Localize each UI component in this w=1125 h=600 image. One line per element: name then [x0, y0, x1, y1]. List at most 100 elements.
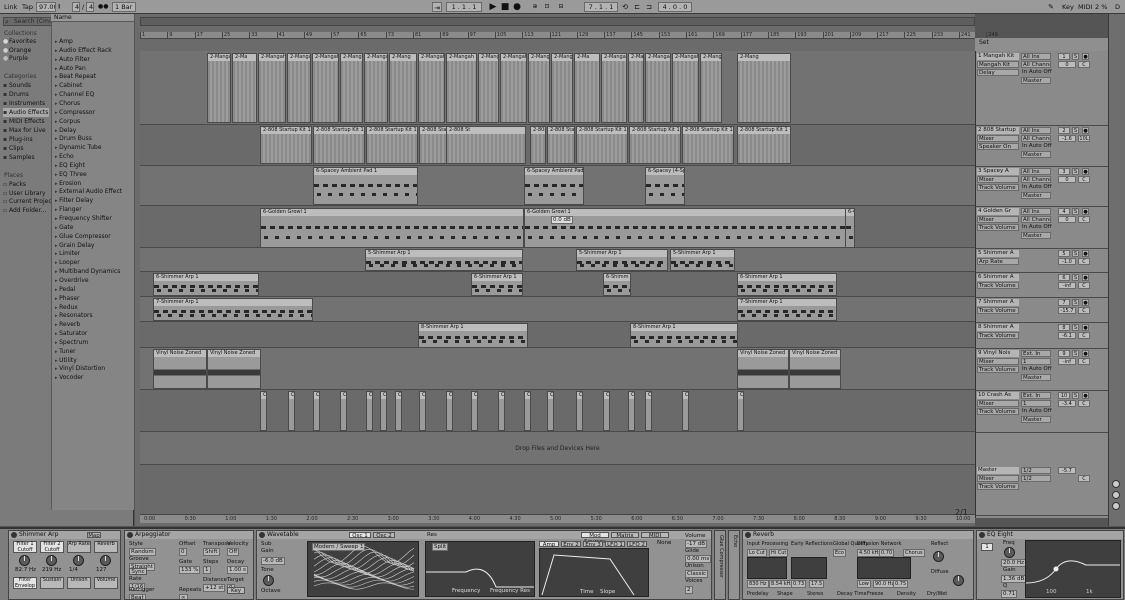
arrangement-clip[interactable]: 2-Mangah Kit [700, 53, 722, 123]
macro-knob[interactable] [73, 555, 84, 566]
macro-label[interactable]: Filter 1 Cutoff [13, 541, 37, 553]
quantization-dropdown[interactable]: 1 Bar [112, 2, 136, 12]
volume-value[interactable]: -17 dB [685, 540, 707, 548]
input-filter-display[interactable] [747, 557, 787, 579]
category-item[interactable]: ▪ Max for Live [3, 126, 49, 135]
input-channel-dropdown[interactable]: All Channe [1021, 176, 1051, 183]
crash-clip[interactable]: Cr [645, 391, 652, 431]
arrangement-clip[interactable]: Vinyl Noise Zoned [789, 349, 841, 389]
browser-device-item[interactable]: Filter Delay [55, 196, 93, 205]
browser-device-item[interactable]: Limiter [55, 249, 80, 258]
track-header[interactable]: 3 Spacey A Mixer Track Volume All Ins All Ch… [976, 167, 1108, 207]
punch-out-icon[interactable]: ⊐ [644, 2, 654, 12]
arrangement-clip[interactable]: 2-808 Startup Kit 1 [576, 126, 628, 164]
browser-device-item[interactable]: Saturator [55, 329, 87, 338]
browser-device-item[interactable]: Flanger [55, 205, 82, 214]
arrangement-clip[interactable]: 2-Mangah Kit 1 [672, 53, 699, 123]
power-icon[interactable] [11, 532, 17, 538]
arrangement-clip[interactable]: 2-Mangah Kit [628, 53, 644, 123]
reflect-knob[interactable] [933, 551, 944, 562]
browser-device-item[interactable]: Amp [55, 37, 73, 46]
arp-param-value[interactable]: Beat [129, 594, 146, 599]
track-header[interactable]: 7 Shimmer A Track Volume 7 S ● -15.7 C [976, 298, 1108, 323]
track-activator[interactable]: 10 [1058, 392, 1070, 399]
parameter-chooser[interactable]: Track Volume [977, 408, 1019, 415]
arp-param-value[interactable]: Random [129, 548, 156, 556]
track-activator[interactable]: 4 [1058, 208, 1070, 215]
volume-value[interactable]: 0 [1058, 61, 1076, 68]
crash-clip[interactable]: Cr [603, 391, 610, 431]
arm-icon[interactable]: ● [1082, 208, 1089, 215]
wavetable-display[interactable]: Modern / Sweep 1 [307, 541, 419, 597]
solo-button[interactable]: S [1072, 250, 1079, 257]
power-icon[interactable] [127, 532, 133, 538]
browser-device-item[interactable]: Echo [55, 152, 74, 161]
arrangement-clip[interactable]: 2-808 Startup Kit 1 [682, 126, 734, 164]
input-type-dropdown[interactable]: All Ins [1021, 168, 1051, 175]
arm-icon[interactable]: ● [1082, 53, 1089, 60]
device-chooser[interactable]: Mixer [977, 135, 1019, 142]
crash-clip[interactable]: Cr [288, 391, 295, 431]
automation-arm-icon[interactable]: ⊡ [542, 2, 552, 12]
arrangement-clip[interactable]: 2-Ma [232, 53, 257, 123]
parameter-chooser[interactable]: Track Volume [977, 224, 1019, 231]
reverb-param-value[interactable]: 830 Hz [747, 580, 769, 588]
volume-value[interactable]: -1.6 [1058, 135, 1076, 142]
arrangement-clip[interactable]: 8-Shimmer Arp 1 [630, 323, 738, 348]
track-lane[interactable] [140, 322, 975, 348]
device-chooser[interactable]: Mixer [977, 358, 1019, 365]
pan-value[interactable]: C [1078, 332, 1090, 339]
map-button[interactable]: Map [87, 532, 101, 539]
track-header[interactable]: 1 Mangah Kit Mangah Kit Delay All Ins All Ch… [976, 52, 1108, 126]
track-header[interactable]: 8 Shimmer A Track Volume 8 S ● -6.1 C [976, 323, 1108, 349]
macro-label[interactable]: Unison [67, 577, 91, 589]
arrangement-clip[interactable]: 6-Shimmer Arp 1 [153, 273, 259, 296]
solo-button[interactable]: S [1072, 299, 1079, 306]
macro-label[interactable]: Sustain [40, 577, 64, 589]
browser-device-item[interactable]: Corpus [55, 117, 80, 126]
arrangement-clip[interactable]: 2-Mangah [551, 53, 573, 123]
solo-button[interactable]: S [1072, 350, 1079, 357]
track-header[interactable]: 2 808 Startup Mixer Speaker On All Ins All C… [976, 126, 1108, 167]
crash-clip[interactable]: Cr [446, 391, 453, 431]
arrangement-clip[interactable]: 2-Mangah Kit 1 [645, 53, 671, 123]
gain-value[interactable]: -6.0 dB [261, 557, 285, 565]
echo-device[interactable]: Echo [728, 530, 740, 600]
arp-param-value[interactable]: +12 st [203, 584, 226, 592]
eq-gain-value[interactable]: 1.36 dB [1001, 575, 1027, 583]
track-lane[interactable] [140, 465, 975, 515]
nudge-icon[interactable]: ⫼ [58, 2, 60, 12]
arp-param-value[interactable]: 1 [203, 566, 211, 574]
tab-osc-2[interactable]: Osc 2 [373, 532, 395, 539]
envelope-tab[interactable]: Env 2 [561, 541, 581, 548]
envelope-tab[interactable]: Amp [539, 541, 559, 548]
punch-in-icon[interactable]: ⊏ [632, 2, 642, 12]
track-name[interactable]: 2 808 Startup [977, 127, 1019, 134]
arrangement-clip[interactable]: Vinyl Noise Zoned [153, 349, 207, 389]
track-header[interactable]: 5 Shimmer A Arp Rate 5 S ● -1.0 C [976, 249, 1108, 273]
diffusion-display[interactable] [857, 557, 911, 579]
input-channel-dropdown[interactable]: All Channe [1021, 216, 1051, 223]
arrangement-clip[interactable]: 2-Mangah [601, 53, 627, 123]
track-activator[interactable]: 9 [1058, 350, 1070, 357]
arrangement-clip[interactable]: 2-Mangah Kit 1 [312, 53, 339, 123]
arrangement-clip[interactable]: 6-Spacey Ambient Pad 1 [313, 167, 418, 205]
browser-device-item[interactable]: Vinyl Distortion [55, 364, 105, 373]
arm-icon[interactable]: ● [1082, 168, 1089, 175]
track-header[interactable]: 9 Vinyl Nois Mixer Track Volume Ext. In 1 In … [976, 349, 1108, 391]
category-item[interactable]: ▪ Sounds [3, 81, 49, 90]
arrangement-clip[interactable]: 2-Mangah Kit [364, 53, 388, 123]
envelope-display[interactable]: Time Slope [539, 548, 649, 597]
play-icon[interactable]: ▶ [488, 2, 498, 12]
macro-knob[interactable] [46, 555, 57, 566]
track-name[interactable]: 1 Mangah Kit [977, 53, 1019, 60]
crash-clip[interactable]: Cr [395, 391, 402, 431]
pan-value[interactable]: C [1078, 475, 1090, 482]
arrangement-clip[interactable]: 2-Mangah Kit 1 [478, 53, 499, 123]
reverb-param-value[interactable]: Lo Cut [747, 549, 767, 557]
arrangement-clip[interactable]: 6-Shimm [603, 273, 631, 296]
track-name[interactable]: Master [977, 467, 1019, 474]
track-activator[interactable]: 6 [1058, 274, 1070, 281]
device-chooser[interactable]: Mixer [977, 176, 1019, 183]
pan-value[interactable]: C [1078, 307, 1090, 314]
